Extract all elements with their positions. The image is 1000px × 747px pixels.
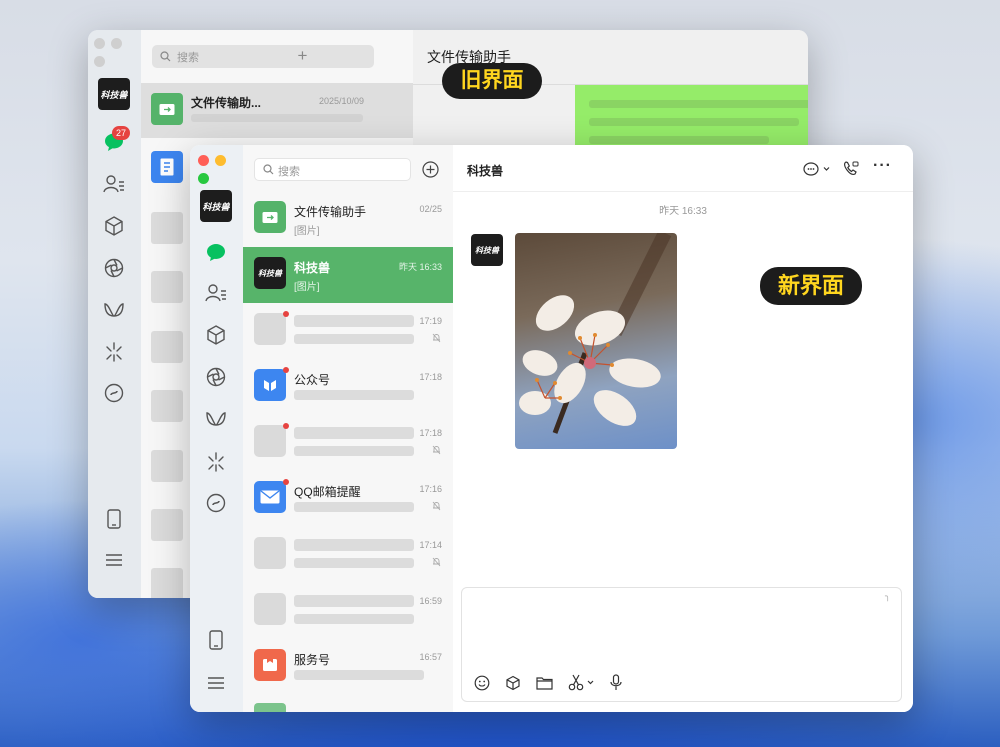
chat-icon[interactable] — [205, 241, 227, 263]
phone-icon[interactable] — [103, 508, 125, 530]
unread-dot — [283, 423, 289, 429]
chat-title: 科技兽 — [467, 164, 504, 178]
search-spark-icon[interactable] — [103, 341, 125, 363]
cube-icon[interactable] — [205, 324, 227, 346]
file-transfer-icon — [254, 201, 286, 233]
list-item[interactable]: 17:14 — [243, 527, 453, 583]
flower-photo — [519, 233, 672, 434]
list-item-name: 文件传输助... — [191, 96, 262, 110]
list-item-name: QQ邮箱提醒 — [294, 485, 361, 499]
list-item-time: 16:57 — [419, 652, 442, 662]
list-item-name: 服务号 — [294, 653, 331, 667]
moments-icon[interactable] — [205, 366, 227, 388]
mini-program-icon[interactable] — [205, 492, 227, 514]
official-accounts-icon — [254, 369, 286, 401]
resize-handle[interactable]: ╮ — [885, 591, 890, 602]
unread-dot — [283, 367, 289, 373]
list-item[interactable]: 16:59 — [243, 583, 453, 639]
list-item-selected[interactable]: 文件传输助... 2025/10/09 — [141, 83, 413, 138]
list-item[interactable]: 文件传输助手 02/25 [图片] — [243, 191, 453, 247]
list-item-time: 17:16 — [419, 484, 442, 494]
list-item-time: 17:18 — [419, 428, 442, 438]
chat-options-icon[interactable] — [803, 161, 833, 177]
unread-dot — [283, 311, 289, 317]
scissors-icon[interactable] — [568, 674, 596, 691]
cube-icon[interactable] — [505, 675, 521, 691]
list-item-name: 公众号 — [294, 373, 331, 387]
menu-icon[interactable] — [103, 549, 125, 571]
channels-icon[interactable] — [205, 408, 227, 430]
mail-icon — [254, 481, 286, 513]
list-item-time: 17:14 — [419, 540, 442, 550]
list-item[interactable]: 服务号 16:57 — [243, 639, 453, 695]
list-item-preview: [图片] — [294, 226, 320, 237]
list-item-name: 文件传输助手 — [294, 205, 367, 219]
mute-icon — [432, 445, 441, 455]
list-item-selected[interactable]: 科技兽 科技兽 昨天 16:33 [图片] — [243, 247, 453, 303]
folder-icon[interactable] — [536, 676, 553, 690]
search-placeholder: 搜索 — [278, 166, 300, 178]
add-button[interactable]: + — [291, 45, 314, 68]
more-icon[interactable]: ··· — [873, 157, 892, 175]
image-message[interactable] — [515, 233, 677, 449]
window-controls[interactable] — [94, 36, 141, 72]
search-spark-icon[interactable] — [205, 451, 227, 473]
list-item-time: 昨天 16:33 — [398, 262, 442, 272]
list-item[interactable]: QQ邮箱提醒 17:16 — [243, 471, 453, 527]
search-icon — [263, 164, 274, 175]
avatar[interactable]: 科技兽 — [200, 190, 232, 222]
message-timestamp: 昨天 16:33 — [659, 206, 707, 217]
list-item-time: 2025/10/09 — [319, 96, 365, 106]
search-placeholder: 搜索 — [177, 52, 199, 64]
window-controls[interactable] — [198, 153, 243, 189]
list-item-time: 16:59 — [419, 596, 442, 606]
avatar[interactable]: 科技兽 — [98, 78, 130, 110]
sender-avatar[interactable]: 科技兽 — [471, 234, 503, 266]
doc-icon — [151, 151, 183, 183]
emoji-icon[interactable] — [474, 675, 490, 691]
avatar: 科技兽 — [254, 257, 286, 289]
microphone-icon[interactable] — [610, 674, 622, 691]
search-input[interactable]: 搜索 — [254, 158, 411, 181]
list-item-name: 科技兽 — [294, 261, 331, 275]
new-chat-pane: 科技兽 ··· 昨天 16:33 科技兽 ╮ — [453, 145, 913, 712]
search-input[interactable]: 搜索 — [152, 45, 374, 68]
old-ui-label: 旧界面 — [442, 63, 542, 99]
message-input[interactable] — [461, 587, 902, 702]
old-sidebar-rail: 科技兽 27 — [88, 30, 141, 598]
search-icon — [160, 51, 171, 62]
list-item[interactable]: 公众号 17:18 — [243, 359, 453, 415]
mute-icon — [432, 333, 441, 343]
moments-icon[interactable] — [103, 257, 125, 279]
list-item[interactable]: 17:19 — [243, 303, 453, 359]
list-item-preview: [图片] — [294, 282, 320, 293]
file-transfer-icon — [151, 93, 183, 125]
contacts-icon[interactable] — [205, 282, 227, 304]
new-sidebar-rail: 科技兽 — [190, 145, 243, 712]
list-item-preview — [191, 114, 363, 122]
phone-icon[interactable] — [205, 629, 227, 651]
list-item[interactable]: 17:18 — [243, 415, 453, 471]
mute-icon — [432, 501, 441, 511]
mini-program-icon[interactable] — [103, 382, 125, 404]
unread-badge: 27 — [112, 126, 130, 140]
list-item-time: 17:19 — [419, 316, 442, 326]
channels-icon[interactable] — [103, 299, 125, 321]
contacts-icon[interactable] — [103, 173, 125, 195]
add-icon[interactable] — [422, 161, 439, 178]
service-account-icon — [254, 649, 286, 681]
new-chat-list: 搜索 文件传输助手 02/25 [图片] 科技兽 科技兽 昨天 16:33 [图… — [243, 145, 453, 712]
call-icon[interactable] — [843, 160, 859, 177]
menu-icon[interactable] — [205, 672, 227, 694]
list-item-time: 17:18 — [419, 372, 442, 382]
new-window: 科技兽 搜索 文件传输助手 02/25 [图片] 科技兽 科技兽 昨天 16:3… — [190, 145, 913, 712]
unread-dot — [283, 479, 289, 485]
list-item-time: 02/25 — [419, 204, 442, 214]
cube-icon[interactable] — [103, 215, 125, 237]
mute-icon — [432, 557, 441, 567]
new-ui-label: 新界面 — [760, 267, 862, 305]
